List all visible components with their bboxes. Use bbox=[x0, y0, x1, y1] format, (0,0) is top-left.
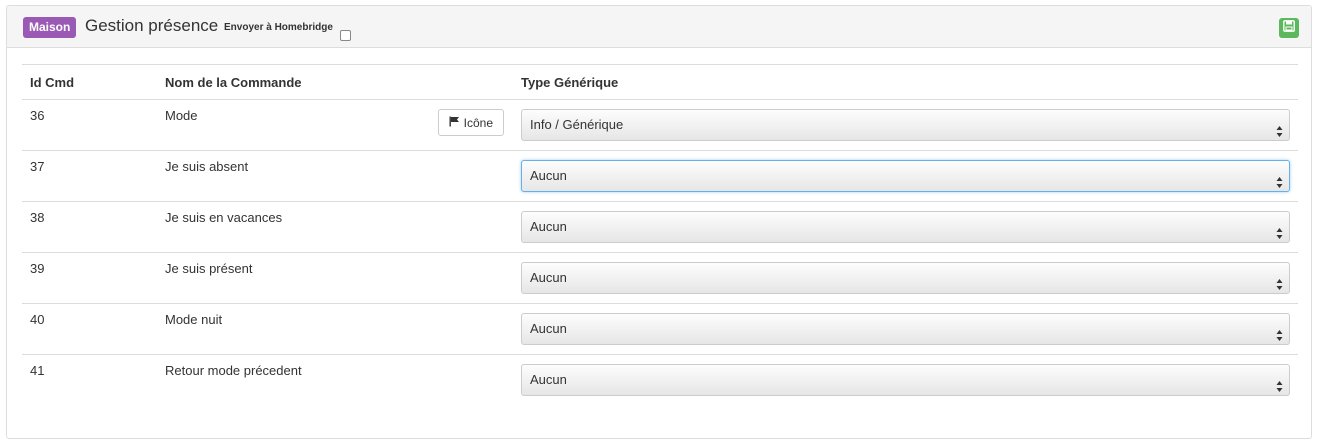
cmd-name: Je suis absent bbox=[165, 159, 249, 174]
cmd-name-cell: Mode Icône bbox=[157, 99, 513, 151]
cmd-name: Je suis présent bbox=[165, 261, 253, 276]
homebridge-checkbox[interactable] bbox=[340, 30, 351, 41]
cmd-id: 37 bbox=[22, 150, 157, 202]
cmd-name: Mode nuit bbox=[165, 312, 223, 327]
select-arrows-icon bbox=[1276, 323, 1283, 341]
generic-type-value: Aucun bbox=[530, 168, 567, 183]
select-arrows-icon bbox=[1276, 221, 1283, 239]
cmd-type-cell: Aucun bbox=[513, 150, 1298, 202]
select-arrows-icon bbox=[1276, 272, 1283, 290]
commands-table: Id Cmd Nom de la Commande Type Générique… bbox=[22, 64, 1298, 406]
flag-icon bbox=[449, 116, 460, 130]
generic-type-select[interactable]: Aucun bbox=[521, 262, 1290, 294]
table-row: 38 Je suis en vacances Aucun bbox=[22, 201, 1298, 253]
cmd-name-cell: Mode nuit bbox=[157, 303, 513, 355]
cmd-name: Mode bbox=[165, 108, 198, 123]
presence-panel: Maison Gestion présence Envoyer à Homebr… bbox=[6, 5, 1312, 439]
cmd-type-cell: Aucun bbox=[513, 201, 1298, 253]
icon-button-label: Icône bbox=[463, 115, 493, 130]
cmd-name: Je suis en vacances bbox=[165, 210, 283, 225]
generic-type-select[interactable]: Aucun bbox=[521, 211, 1290, 243]
generic-type-select[interactable]: Info / Générique bbox=[521, 109, 1290, 141]
cmd-type-cell: Aucun bbox=[513, 303, 1298, 355]
generic-type-value: Info / Générique bbox=[530, 117, 624, 132]
select-arrows-icon bbox=[1276, 170, 1283, 188]
generic-type-select[interactable]: Aucun bbox=[521, 364, 1290, 396]
cmd-id: 38 bbox=[22, 201, 157, 253]
panel-title: Gestion présence bbox=[85, 16, 219, 35]
cmd-id: 41 bbox=[22, 354, 157, 406]
object-badge: Maison bbox=[23, 17, 77, 38]
table-header-row: Id Cmd Nom de la Commande Type Générique bbox=[22, 64, 1298, 100]
table-row: 39 Je suis présent Aucun bbox=[22, 252, 1298, 304]
table-row: 41 Retour mode précedent Aucun bbox=[22, 354, 1298, 406]
select-arrows-icon bbox=[1276, 119, 1283, 137]
select-arrows-icon bbox=[1276, 374, 1283, 392]
cmd-type-cell: Info / Générique bbox=[513, 99, 1298, 151]
table-row: 36 Mode Icône Info / Générique bbox=[22, 99, 1298, 151]
table-row: 37 Je suis absent Aucun bbox=[22, 150, 1298, 202]
generic-type-value: Aucun bbox=[530, 321, 567, 336]
cmd-name-cell: Je suis en vacances bbox=[157, 201, 513, 253]
cmd-id: 39 bbox=[22, 252, 157, 304]
generic-type-value: Aucun bbox=[530, 270, 567, 285]
icon-button[interactable]: Icône bbox=[437, 109, 504, 136]
column-header-id: Id Cmd bbox=[22, 64, 157, 100]
cmd-name-cell: Je suis absent bbox=[157, 150, 513, 202]
column-header-type: Type Générique bbox=[513, 64, 1298, 100]
generic-type-value: Aucun bbox=[530, 219, 567, 234]
cmd-id: 36 bbox=[22, 99, 157, 151]
table-row: 40 Mode nuit Aucun bbox=[22, 303, 1298, 355]
generic-type-select[interactable]: Aucun bbox=[521, 313, 1290, 345]
panel-heading: Maison Gestion présence Envoyer à Homebr… bbox=[7, 6, 1311, 48]
save-button[interactable] bbox=[1279, 18, 1299, 38]
homebridge-label: Envoyer à Homebridge bbox=[224, 22, 333, 33]
cmd-type-cell: Aucun bbox=[513, 354, 1298, 406]
cmd-type-cell: Aucun bbox=[513, 252, 1298, 304]
cmd-name: Retour mode précedent bbox=[165, 363, 302, 378]
generic-type-value: Aucun bbox=[530, 372, 567, 387]
cmd-name-cell: Retour mode précedent bbox=[157, 354, 513, 406]
column-header-name: Nom de la Commande bbox=[157, 64, 513, 100]
cmd-id: 40 bbox=[22, 303, 157, 355]
generic-type-select[interactable]: Aucun bbox=[521, 160, 1290, 192]
cmd-name-cell: Je suis présent bbox=[157, 252, 513, 304]
floppy-disk-icon bbox=[1283, 19, 1295, 37]
